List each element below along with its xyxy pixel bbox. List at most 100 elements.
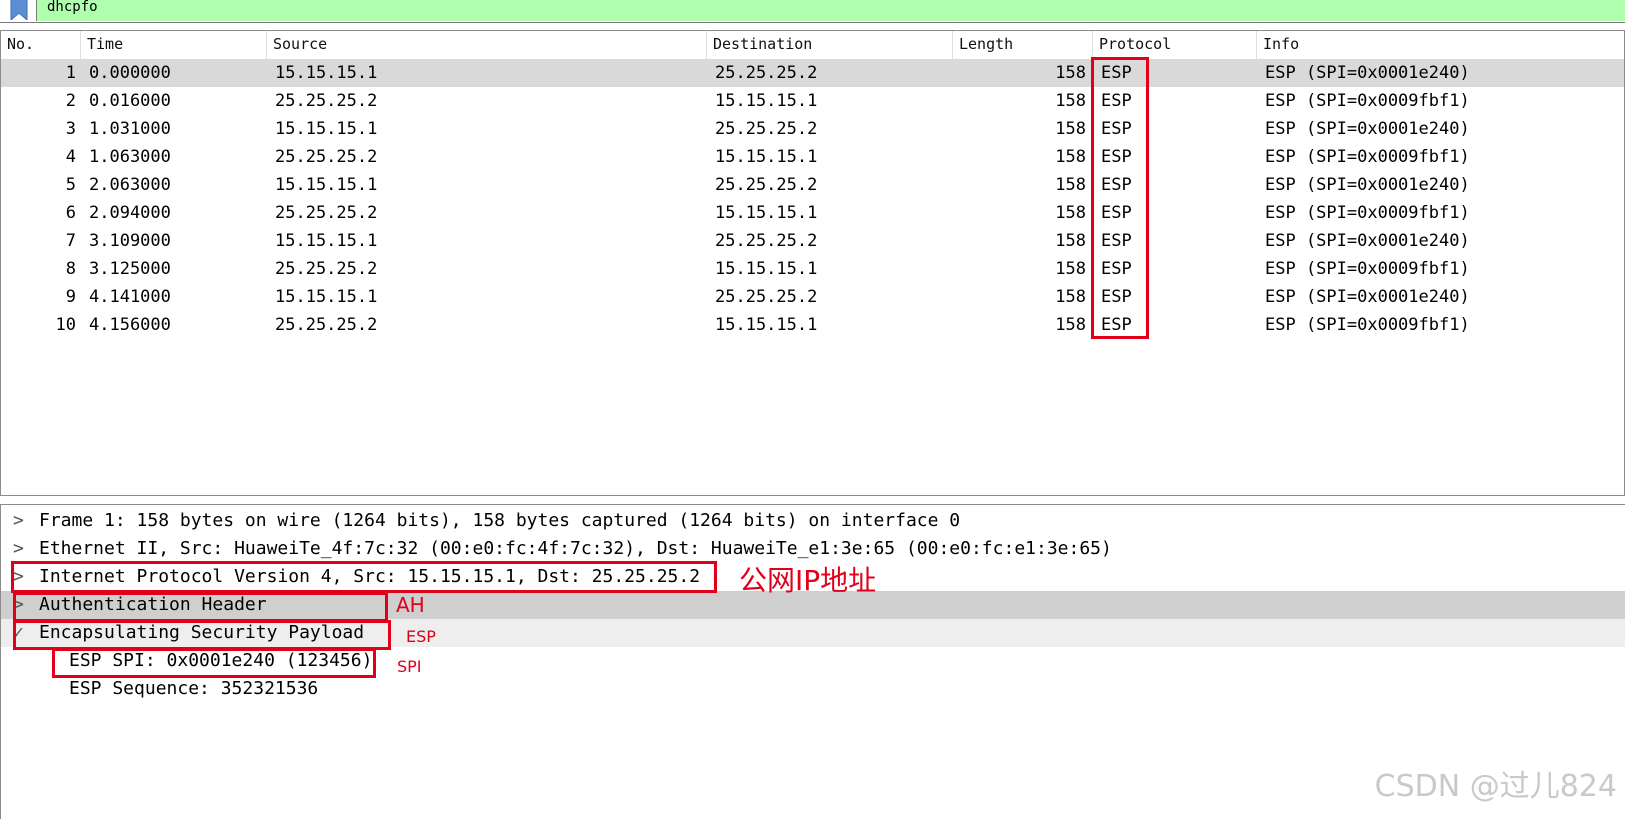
packet-cell-info: ESP (SPI=0x0001e240): [1265, 119, 1470, 139]
packet-cell-src: 15.15.15.1: [275, 63, 378, 83]
packet-cell-len: 158: [1055, 175, 1086, 195]
packet-cell-dst: 25.25.25.2: [715, 175, 818, 195]
packet-row[interactable]: 10 4.156000 25.25.25.2 15.15.15.1 158 ESP ESP …: [1, 311, 1624, 339]
detail-esp-sequence[interactable]: ESP Sequence: 352321536: [1, 675, 1625, 703]
packet-row[interactable]: 6 2.094000 25.25.25.2 15.15.15.1 158 ESP ESP (…: [1, 199, 1624, 227]
packet-cell-info: ESP (SPI=0x0001e240): [1265, 231, 1470, 251]
packet-cell-no: 4: [65, 147, 76, 167]
packet-cell-time: 1.063000: [89, 147, 171, 167]
packet-cell-time: 4.156000: [89, 315, 171, 335]
packet-cell-no: 1: [65, 63, 76, 83]
packet-cell-info: ESP (SPI=0x0009fbf1): [1265, 259, 1470, 279]
annotation-public-ip: 公网IP地址: [739, 564, 877, 597]
detail-frame[interactable]: > Frame 1: 158 bytes on wire (1264 bits)…: [1, 507, 1625, 535]
packet-cell-len: 158: [1055, 91, 1086, 111]
packet-row[interactable]: 2 0.016000 25.25.25.2 15.15.15.1 158 ESP ESP (…: [1, 87, 1624, 115]
packet-cell-time: 3.125000: [89, 259, 171, 279]
packet-details: > Frame 1: 158 bytes on wire (1264 bits)…: [0, 504, 1625, 819]
packet-cell-len: 158: [1055, 287, 1086, 307]
packet-cell-info: ESP (SPI=0x0009fbf1): [1265, 203, 1470, 223]
packet-cell-len: 158: [1055, 231, 1086, 251]
annotation-esp: ESP: [406, 627, 436, 646]
annotation-spi: SPI: [397, 657, 422, 676]
expand-arrow-icon[interactable]: >: [13, 535, 27, 563]
packet-cell-info: ESP (SPI=0x0001e240): [1265, 63, 1470, 83]
packet-cell-time: 4.141000: [89, 287, 171, 307]
packet-list-header: No. Time Source Destination Length Proto…: [1, 31, 1624, 60]
packet-cell-dst: 25.25.25.2: [715, 231, 818, 251]
display-filter-input[interactable]: dhcpfo: [36, 0, 1625, 21]
packet-cell-dst: 25.25.25.2: [715, 119, 818, 139]
packet-row[interactable]: 7 3.109000 15.15.15.1 25.25.25.2 158 ESP ESP (…: [1, 227, 1624, 255]
bookmark-icon[interactable]: [8, 0, 30, 20]
packet-cell-no: 7: [65, 231, 76, 251]
packet-cell-src: 15.15.15.1: [275, 119, 378, 139]
packet-cell-len: 158: [1055, 203, 1086, 223]
expand-arrow-icon[interactable]: >: [13, 507, 27, 535]
packet-row[interactable]: 9 4.141000 15.15.15.1 25.25.25.2 158 ESP ESP (…: [1, 283, 1624, 311]
spi-highlight-box: [52, 648, 376, 678]
display-filter-bar: dhcpfo: [0, 0, 1625, 23]
packet-cell-no: 10: [55, 315, 76, 335]
packet-cell-src: 25.25.25.2: [275, 315, 378, 335]
ip-highlight-box: [11, 561, 717, 593]
esp-highlight-box: [13, 620, 391, 650]
column-header-info[interactable]: Info: [1257, 31, 1625, 59]
packet-cell-dst: 15.15.15.1: [715, 315, 818, 335]
packet-cell-src: 15.15.15.1: [275, 287, 378, 307]
detail-text: ESP Sequence: 352321536: [69, 678, 319, 699]
packet-cell-time: 1.031000: [89, 119, 171, 139]
packet-row[interactable]: 1 0.000000 15.15.15.1 25.25.25.2 158 ESP ESP (…: [1, 59, 1624, 87]
packet-cell-dst: 25.25.25.2: [715, 63, 818, 83]
packet-cell-time: 0.016000: [89, 91, 171, 111]
packet-cell-len: 158: [1055, 315, 1086, 335]
packet-cell-dst: 25.25.25.2: [715, 287, 818, 307]
packet-cell-dst: 15.15.15.1: [715, 91, 818, 111]
packet-row[interactable]: 5 2.063000 15.15.15.1 25.25.25.2 158 ESP ESP (…: [1, 171, 1624, 199]
packet-cell-dst: 15.15.15.1: [715, 203, 818, 223]
detail-text: Frame 1: 158 bytes on wire (1264 bits), …: [39, 510, 961, 531]
packet-cell-no: 6: [65, 203, 76, 223]
packet-cell-len: 158: [1055, 119, 1086, 139]
watermark: CSDN @过儿824: [1374, 769, 1617, 804]
packet-cell-info: ESP (SPI=0x0001e240): [1265, 175, 1470, 195]
column-header-source[interactable]: Source: [267, 31, 707, 59]
packet-cell-info: ESP (SPI=0x0009fbf1): [1265, 91, 1470, 111]
column-header-time[interactable]: Time: [81, 31, 267, 59]
packet-cell-src: 25.25.25.2: [275, 91, 378, 111]
packet-cell-info: ESP (SPI=0x0009fbf1): [1265, 147, 1470, 167]
packet-cell-no: 9: [65, 287, 76, 307]
packet-row[interactable]: 3 1.031000 15.15.15.1 25.25.25.2 158 ESP ESP (…: [1, 115, 1624, 143]
packet-cell-len: 158: [1055, 259, 1086, 279]
ah-highlight-box: [13, 592, 388, 622]
packet-cell-src: 25.25.25.2: [275, 259, 378, 279]
packet-cell-info: ESP (SPI=0x0009fbf1): [1265, 315, 1470, 335]
packet-cell-dst: 15.15.15.1: [715, 147, 818, 167]
packet-cell-dst: 15.15.15.1: [715, 259, 818, 279]
detail-text: Ethernet II, Src: HuaweiTe_4f:7c:32 (00:…: [39, 538, 1112, 559]
column-header-protocol[interactable]: Protocol: [1093, 31, 1257, 59]
column-header-length[interactable]: Length: [953, 31, 1093, 59]
packet-cell-src: 15.15.15.1: [275, 231, 378, 251]
packet-cell-src: 25.25.25.2: [275, 203, 378, 223]
packet-list: No. Time Source Destination Length Proto…: [0, 30, 1625, 496]
packet-row[interactable]: 8 3.125000 25.25.25.2 15.15.15.1 158 ESP ESP (…: [1, 255, 1624, 283]
packet-cell-time: 3.109000: [89, 231, 171, 251]
packet-cell-no: 8: [65, 259, 76, 279]
annotation-ah: AH: [396, 593, 425, 617]
protocol-highlight-box: [1091, 57, 1149, 339]
packet-cell-len: 158: [1055, 63, 1086, 83]
packet-cell-len: 158: [1055, 147, 1086, 167]
packet-cell-no: 3: [65, 119, 76, 139]
column-header-destination[interactable]: Destination: [707, 31, 953, 59]
packet-cell-no: 2: [65, 91, 76, 111]
packet-cell-src: 25.25.25.2: [275, 147, 378, 167]
packet-row[interactable]: 4 1.063000 25.25.25.2 15.15.15.1 158 ESP ESP (…: [1, 143, 1624, 171]
column-header-no[interactable]: No.: [1, 31, 81, 59]
packet-cell-time: 0.000000: [89, 63, 171, 83]
packet-cell-src: 15.15.15.1: [275, 175, 378, 195]
packet-cell-time: 2.094000: [89, 203, 171, 223]
packet-cell-time: 2.063000: [89, 175, 171, 195]
packet-cell-no: 5: [65, 175, 76, 195]
packet-cell-info: ESP (SPI=0x0001e240): [1265, 287, 1470, 307]
